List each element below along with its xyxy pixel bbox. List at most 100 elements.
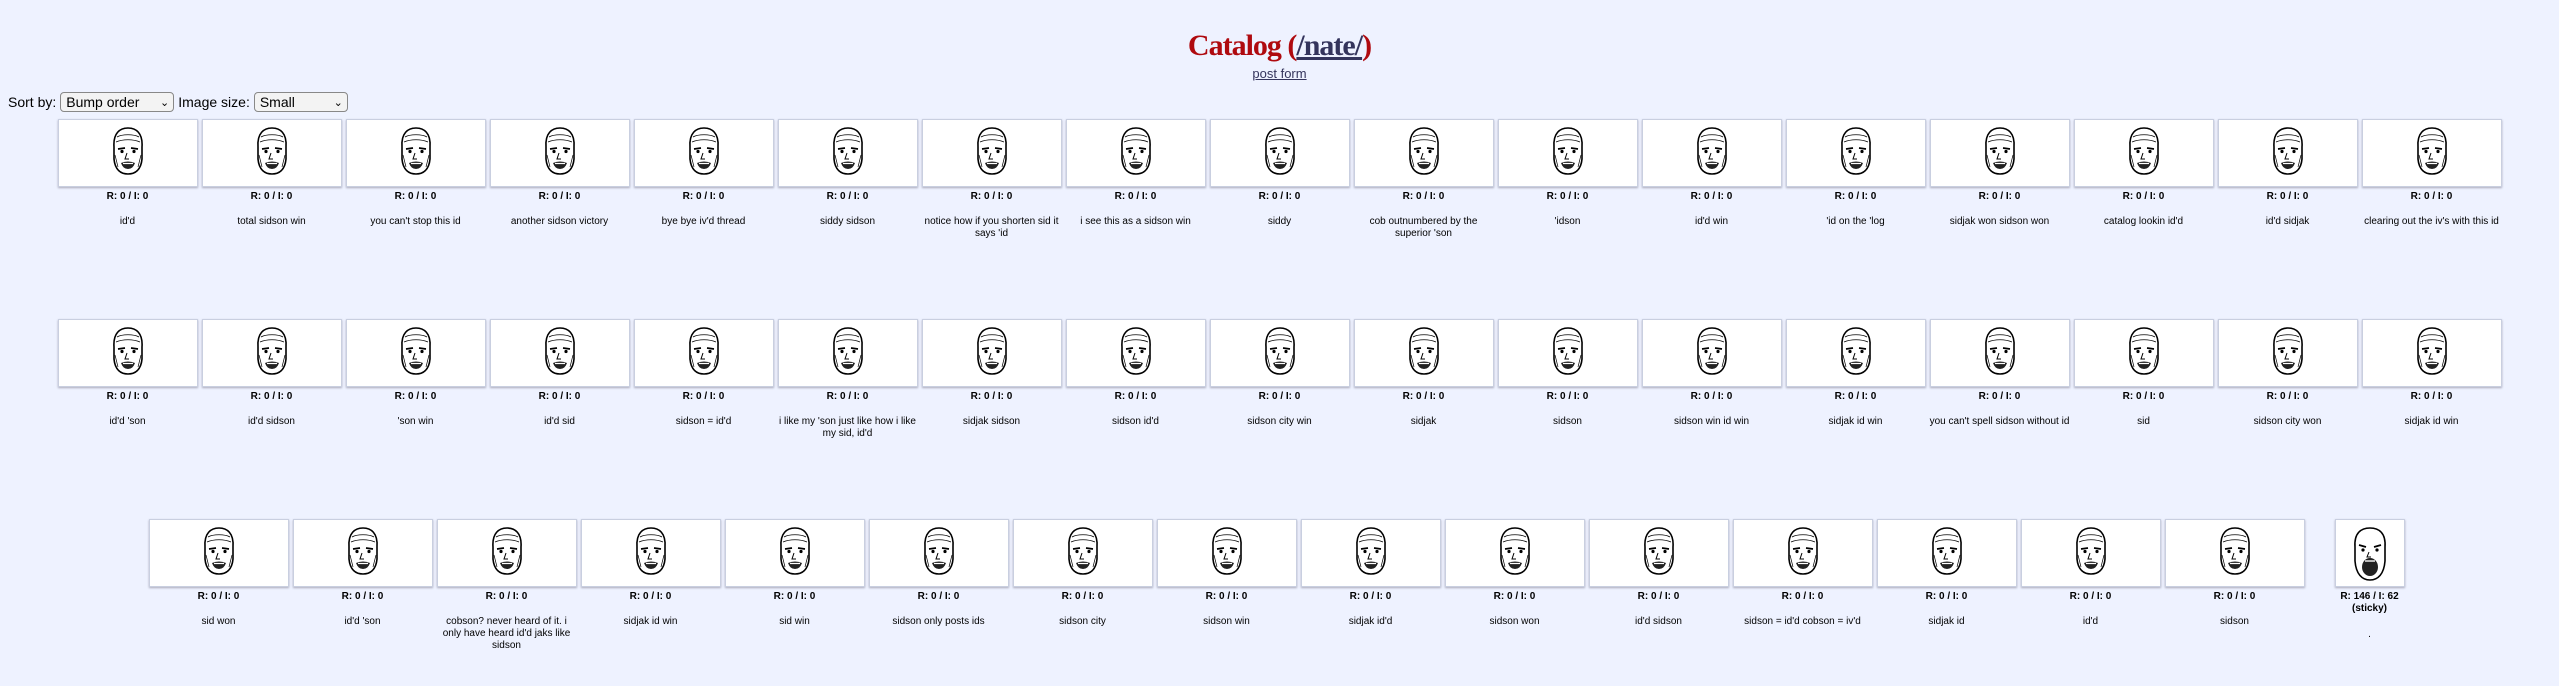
thread-card[interactable]: R: 0 / I: 0 sidson = id'd cobson = iv'd — [1731, 519, 1875, 652]
thread-card[interactable]: R: 0 / I: 0 id'd sidson — [200, 319, 344, 440]
thread-thumbnail[interactable] — [1732, 519, 1873, 587]
thread-thumbnail[interactable] — [1588, 519, 1729, 587]
thread-thumbnail[interactable] — [1444, 519, 1585, 587]
thread-card[interactable]: R: 0 / I: 0 sidson — [1496, 319, 1640, 440]
thread-card[interactable]: R: 0 / I: 0 sid — [2072, 319, 2216, 440]
thread-thumbnail[interactable] — [1929, 319, 2070, 387]
thread-card[interactable]: R: 0 / I: 0 sidson id'd — [1064, 319, 1208, 440]
thread-card[interactable]: R: 0 / I: 0 sidson — [2163, 519, 2307, 652]
thread-card[interactable]: R: 0 / I: 0 id'd — [56, 119, 200, 240]
thread-card[interactable]: R: 0 / I: 0 i see this as a sidson win — [1064, 119, 1208, 240]
thread-card[interactable]: R: 0 / I: 0 id'd win — [1640, 119, 1784, 240]
thread-card[interactable]: R: 0 / I: 0 sid won — [147, 519, 291, 652]
thread-card[interactable]: R: 0 / I: 0 sidjak won sidson won — [1928, 119, 2072, 240]
thread-thumbnail[interactable] — [2020, 519, 2161, 587]
thread-card[interactable]: R: 0 / I: 0 sidjak id win — [579, 519, 723, 652]
thread-card[interactable]: R: 0 / I: 0 cob outnumbered by the superi… — [1352, 119, 1496, 240]
thread-card[interactable]: R: 0 / I: 0 sidson city — [1011, 519, 1155, 652]
thread-card[interactable]: R: 0 / I: 0 another sidson victory — [488, 119, 632, 240]
thread-thumbnail[interactable] — [489, 319, 630, 387]
thread-card[interactable]: R: 0 / I: 0 id'd 'son — [56, 319, 200, 440]
thread-thumbnail[interactable] — [2217, 319, 2358, 387]
thread-card[interactable]: R: 0 / I: 0 id'd — [2019, 519, 2163, 652]
thread-card[interactable]: R: 0 / I: 0 sidjak id win — [1784, 319, 1928, 440]
thread-card[interactable]: R: 0 / I: 0 'son win — [344, 319, 488, 440]
thread-thumbnail[interactable] — [201, 319, 342, 387]
thread-card[interactable]: R: 0 / I: 0 bye bye iv'd thread — [632, 119, 776, 240]
thread-thumbnail[interactable] — [1497, 119, 1638, 187]
thread-thumbnail[interactable] — [1156, 519, 1297, 587]
thread-thumbnail[interactable] — [148, 519, 289, 587]
thread-thumbnail[interactable] — [489, 119, 630, 187]
thread-thumbnail[interactable] — [1209, 119, 1350, 187]
thread-thumbnail[interactable] — [1929, 119, 2070, 187]
sticky-thread-card[interactable]: R: 146 / I: 62 (sticky). — [2327, 519, 2413, 652]
thread-thumbnail[interactable] — [580, 519, 721, 587]
thread-card[interactable]: R: 0 / I: 0 notice how if you shorten sid… — [920, 119, 1064, 240]
thread-thumbnail[interactable] — [1209, 319, 1350, 387]
thread-card[interactable]: R: 0 / I: 0 clearing out the iv's with th… — [2360, 119, 2504, 240]
thread-card[interactable]: R: 0 / I: 0 i like my 'son just like how … — [776, 319, 920, 440]
thread-card[interactable]: R: 0 / I: 0 'id on the 'log — [1784, 119, 1928, 240]
thread-card[interactable]: R: 0 / I: 0 total sidson win — [200, 119, 344, 240]
thread-thumbnail[interactable] — [1641, 119, 1782, 187]
thread-thumbnail[interactable] — [1497, 319, 1638, 387]
thread-card[interactable]: R: 0 / I: 0 siddy — [1208, 119, 1352, 240]
thread-thumbnail[interactable] — [777, 319, 918, 387]
thread-card[interactable]: R: 0 / I: 0 sidson = id'd — [632, 319, 776, 440]
thread-card[interactable]: R: 0 / I: 0 id'd sid — [488, 319, 632, 440]
thread-thumbnail[interactable] — [2073, 319, 2214, 387]
thread-card[interactable]: R: 0 / I: 0 siddy sidson — [776, 119, 920, 240]
thread-thumbnail[interactable] — [57, 319, 198, 387]
thread-card[interactable]: R: 0 / I: 0 id'd 'son — [291, 519, 435, 652]
thread-card[interactable]: R: 0 / I: 0 sidjak id'd — [1299, 519, 1443, 652]
thread-card[interactable]: R: 0 / I: 0 sidson only posts ids — [867, 519, 1011, 652]
thread-card[interactable]: R: 0 / I: 0 id'd sidson — [1587, 519, 1731, 652]
thread-thumbnail[interactable] — [1876, 519, 2017, 587]
thread-thumbnail[interactable] — [921, 319, 1062, 387]
thread-card[interactable]: R: 0 / I: 0 you can't stop this id — [344, 119, 488, 240]
thread-thumbnail[interactable] — [345, 319, 486, 387]
thread-thumbnail[interactable] — [1300, 519, 1441, 587]
thread-thumbnail[interactable] — [1065, 319, 1206, 387]
thread-thumbnail[interactable] — [1641, 319, 1782, 387]
thread-card[interactable]: R: 0 / I: 0 sidson won — [1443, 519, 1587, 652]
thread-thumbnail[interactable] — [436, 519, 577, 587]
thread-thumbnail[interactable] — [2361, 119, 2502, 187]
thread-thumbnail[interactable] — [633, 319, 774, 387]
thread-thumbnail[interactable] — [2361, 319, 2502, 387]
thread-thumbnail[interactable] — [345, 119, 486, 187]
thread-thumbnail[interactable] — [633, 119, 774, 187]
thread-thumbnail[interactable] — [2334, 519, 2405, 587]
sort-select[interactable]: Bump order ⌄ — [60, 92, 175, 112]
thread-thumbnail[interactable] — [2073, 119, 2214, 187]
size-select[interactable]: Small ⌄ — [253, 92, 348, 112]
thread-thumbnail[interactable] — [1353, 119, 1494, 187]
thread-thumbnail[interactable] — [292, 519, 433, 587]
thread-card[interactable]: R: 0 / I: 0 sidson win id win — [1640, 319, 1784, 440]
thread-thumbnail[interactable] — [777, 119, 918, 187]
thread-card[interactable]: R: 0 / I: 0 sidson win — [1155, 519, 1299, 652]
thread-thumbnail[interactable] — [2164, 519, 2305, 587]
thread-card[interactable]: R: 0 / I: 0 catalog lookin id'd — [2072, 119, 2216, 240]
post-form-link[interactable]: post form — [1252, 66, 1306, 81]
thread-thumbnail[interactable] — [1785, 319, 1926, 387]
thread-thumbnail[interactable] — [1785, 119, 1926, 187]
thread-thumbnail[interactable] — [201, 119, 342, 187]
thread-card[interactable]: R: 0 / I: 0 sidjak sidson — [920, 319, 1064, 440]
thread-thumbnail[interactable] — [1012, 519, 1153, 587]
thread-card[interactable]: R: 0 / I: 0 cobson? never heard of it. i … — [435, 519, 579, 652]
thread-thumbnail[interactable] — [724, 519, 865, 587]
thread-thumbnail[interactable] — [868, 519, 1009, 587]
thread-thumbnail[interactable] — [2217, 119, 2358, 187]
thread-card[interactable]: R: 0 / I: 0 you can't spell sidson withou… — [1928, 319, 2072, 440]
thread-thumbnail[interactable] — [1065, 119, 1206, 187]
thread-thumbnail[interactable] — [1353, 319, 1494, 387]
thread-card[interactable]: R: 0 / I: 0 id'd sidjak — [2216, 119, 2360, 240]
thread-card[interactable]: R: 0 / I: 0 sidjak id — [1875, 519, 2019, 652]
thread-card[interactable]: R: 0 / I: 0 sidjak — [1352, 319, 1496, 440]
thread-card[interactable]: R: 0 / I: 0 sidson city win — [1208, 319, 1352, 440]
board-link[interactable]: /nate/ — [1296, 29, 1363, 62]
thread-card[interactable]: R: 0 / I: 0 sid win — [723, 519, 867, 652]
thread-card[interactable]: R: 0 / I: 0 'idson — [1496, 119, 1640, 240]
